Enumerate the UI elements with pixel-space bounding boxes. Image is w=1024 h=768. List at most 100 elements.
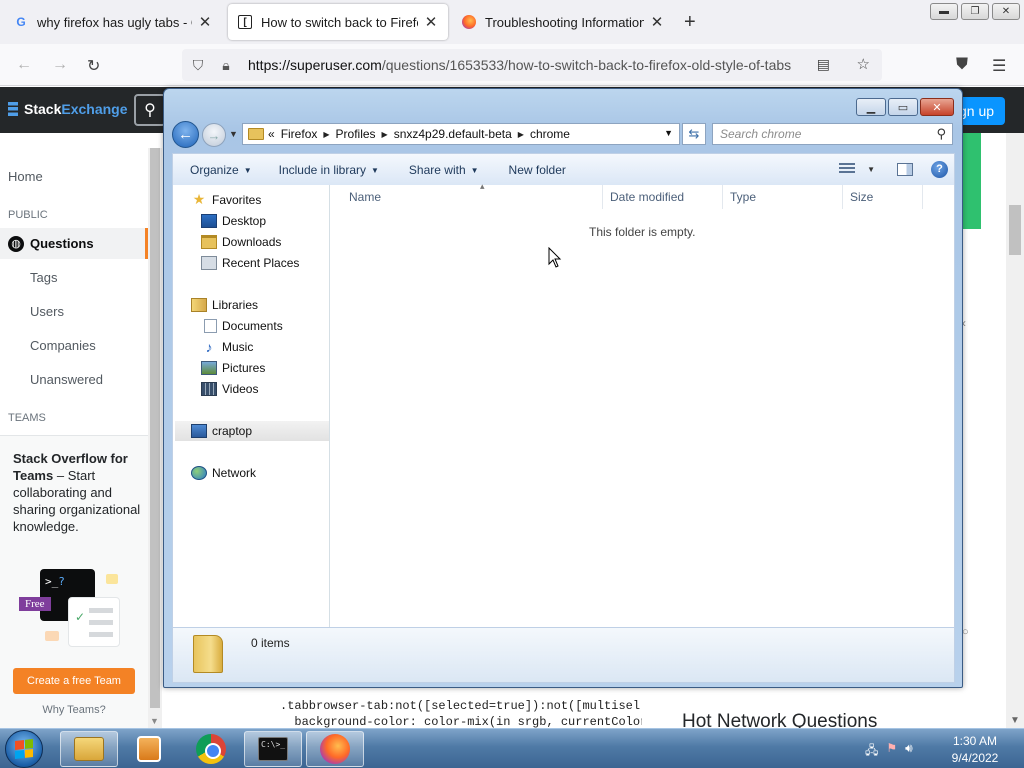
mouse-cursor-icon — [548, 247, 562, 268]
nav-desktop[interactable]: Desktop — [201, 211, 266, 231]
action-center-icon[interactable]: ⚑ — [886, 741, 897, 762]
nav-recent-places[interactable]: Recent Places — [201, 253, 299, 273]
network-tray-icon[interactable]: 🖧︎ — [865, 741, 878, 762]
breadcrumb-chrome[interactable]: chrome — [530, 127, 570, 141]
nav-label: Music — [222, 340, 254, 354]
breadcrumb-arrow-icon[interactable]: ▶ — [323, 130, 329, 139]
browser-tab-troubleshooting[interactable]: Troubleshooting Information ✕ — [452, 4, 674, 40]
breadcrumb-firefox[interactable]: Firefox — [281, 127, 318, 141]
browser-tab-google[interactable]: G why firefox has ugly tabs - Goo ✕ — [4, 4, 222, 40]
column-name[interactable]: Name ▴ — [342, 181, 603, 209]
search-icon[interactable]: ⚲ — [134, 94, 166, 126]
breadcrumb-arrow-icon[interactable]: ▶ — [518, 130, 524, 139]
nav-favorites[interactable]: ★ Favorites — [191, 190, 262, 210]
nav-downloads[interactable]: Downloads — [201, 232, 281, 252]
taskbar-chrome[interactable] — [182, 731, 240, 767]
scroll-down-icon[interactable]: ▼ — [1010, 715, 1020, 726]
breadcrumb-profiles[interactable]: Profiles — [336, 127, 376, 141]
share-with-button[interactable]: Share with ▼ — [409, 163, 479, 177]
volume-icon[interactable]: 🔊︎ — [905, 741, 913, 762]
browser-tab-superuser[interactable]: [ How to switch back to Firefox' o ✕ — [228, 4, 448, 40]
taskbar-media-player[interactable] — [120, 731, 178, 767]
create-team-button[interactable]: Create a free Team — [13, 668, 135, 694]
nav-questions-label: Questions — [30, 236, 94, 251]
reload-icon[interactable]: ↻ — [87, 56, 100, 76]
left-nav-scrollbar[interactable]: ▼ — [148, 148, 162, 728]
taskbar-firefox[interactable] — [306, 731, 364, 767]
close-tab-icon[interactable]: ✕ — [424, 13, 438, 31]
nav-pictures[interactable]: Pictures — [201, 358, 265, 378]
breadcrumb-overflow[interactable]: « — [268, 127, 275, 141]
column-size[interactable]: Size — [843, 185, 923, 209]
nav-music[interactable]: ♪ Music — [201, 337, 254, 357]
search-input[interactable]: Search chrome ⚲ — [712, 123, 953, 145]
refresh-icon[interactable]: ⇆ — [682, 123, 706, 145]
include-in-library-button[interactable]: Include in library ▼ — [279, 163, 379, 177]
nav-libraries[interactable]: Libraries — [191, 295, 258, 315]
nav-home[interactable]: Home — [8, 169, 43, 184]
file-list[interactable]: Name ▴ Date modified Type Size This fold… — [330, 181, 955, 627]
nav-questions[interactable]: ◍ Questions — [0, 228, 148, 259]
tracking-shield-icon[interactable]: ⛉ — [190, 57, 206, 74]
history-dropdown-icon[interactable]: ▼ — [229, 129, 238, 139]
taskbar-command-prompt[interactable]: C:\>_ — [244, 731, 302, 767]
breadcrumb-arrow-icon[interactable]: ▶ — [382, 130, 388, 139]
help-icon[interactable]: ? — [931, 160, 948, 178]
preview-pane-icon[interactable] — [897, 162, 913, 176]
minimize-button[interactable]: ▁ — [856, 98, 886, 116]
nav-computer[interactable]: craptop — [175, 421, 329, 441]
nav-videos[interactable]: Videos — [201, 379, 258, 399]
folder-icon — [248, 128, 264, 140]
nav-caption-public: PUBLIC — [8, 209, 48, 221]
change-view-icon[interactable] — [839, 163, 856, 175]
scroll-down-icon[interactable]: ▼ — [150, 716, 159, 726]
restore-icon[interactable]: ❐ — [961, 3, 989, 20]
stackexchange-logo[interactable]: Stack Exchange — [8, 101, 128, 117]
nav-tags[interactable]: Tags — [30, 270, 57, 285]
search-icon[interactable]: ⚲ — [936, 126, 946, 142]
nav-companies[interactable]: Companies — [30, 338, 96, 353]
forward-button[interactable]: → — [202, 123, 226, 147]
page-scrollbar[interactable]: ▼ — [1006, 133, 1024, 728]
nav-documents[interactable]: Documents — [204, 316, 283, 336]
why-teams-link[interactable]: Why Teams? — [0, 704, 148, 716]
scrollbar-thumb[interactable] — [1009, 205, 1021, 255]
brand-exchange: Exchange — [61, 101, 128, 117]
lock-icon[interactable]: 🔒︎ — [218, 57, 234, 74]
menu-icon[interactable]: ☰ — [992, 56, 1006, 76]
nav-unanswered[interactable]: Unanswered — [30, 372, 103, 387]
chevron-down-icon[interactable]: ▼ — [867, 165, 875, 174]
reader-view-icon[interactable]: ▤ — [817, 56, 830, 73]
pocket-icon[interactable]: ⛊ — [956, 56, 968, 74]
column-type[interactable]: Type — [723, 185, 843, 209]
address-bar[interactable]: « Firefox ▶ Profiles ▶ snxz4p29.default-… — [242, 123, 680, 145]
close-icon[interactable]: ✕ — [992, 3, 1020, 20]
bookmark-star-icon[interactable]: ☆ — [857, 55, 870, 73]
new-folder-button[interactable]: New folder — [509, 163, 566, 177]
start-button[interactable] — [5, 730, 43, 768]
scrollbar-thumb[interactable] — [150, 148, 160, 708]
new-tab-icon[interactable]: + — [684, 12, 696, 32]
close-tab-icon[interactable]: ✕ — [198, 13, 212, 31]
desktop-icon — [201, 214, 217, 228]
nav-label: craptop — [212, 424, 253, 438]
nav-network[interactable]: Network — [191, 463, 256, 483]
back-button[interactable]: ← — [172, 121, 199, 148]
back-arrow-icon[interactable]: ← — [16, 56, 32, 74]
url-path: /questions/1653533/how-to-switch-back-to… — [381, 57, 792, 73]
column-date-modified[interactable]: Date modified — [603, 185, 723, 209]
nav-users[interactable]: Users — [30, 304, 64, 319]
url-text[interactable]: https://superuser.com/questions/1653533/… — [248, 57, 791, 73]
close-button[interactable]: ✕ — [920, 98, 954, 116]
address-dropdown-icon[interactable]: ▼ — [664, 128, 673, 138]
taskbar-explorer[interactable] — [60, 731, 118, 767]
minimize-icon[interactable]: ▬ — [930, 3, 958, 20]
breadcrumb-profile-folder[interactable]: snxz4p29.default-beta — [394, 127, 512, 141]
chevron-down-icon: ▼ — [371, 165, 379, 175]
maximize-button[interactable]: ▭ — [888, 98, 918, 116]
forward-arrow-icon[interactable]: → — [52, 56, 68, 74]
organize-button[interactable]: Organize ▼ — [190, 163, 252, 177]
close-tab-icon[interactable]: ✕ — [650, 13, 664, 31]
url-bar[interactable]: ⛉ 🔒︎ https://superuser.com/questions/165… — [182, 49, 882, 81]
clock[interactable]: 1:30 AM 9/4/2022 — [940, 733, 1010, 767]
